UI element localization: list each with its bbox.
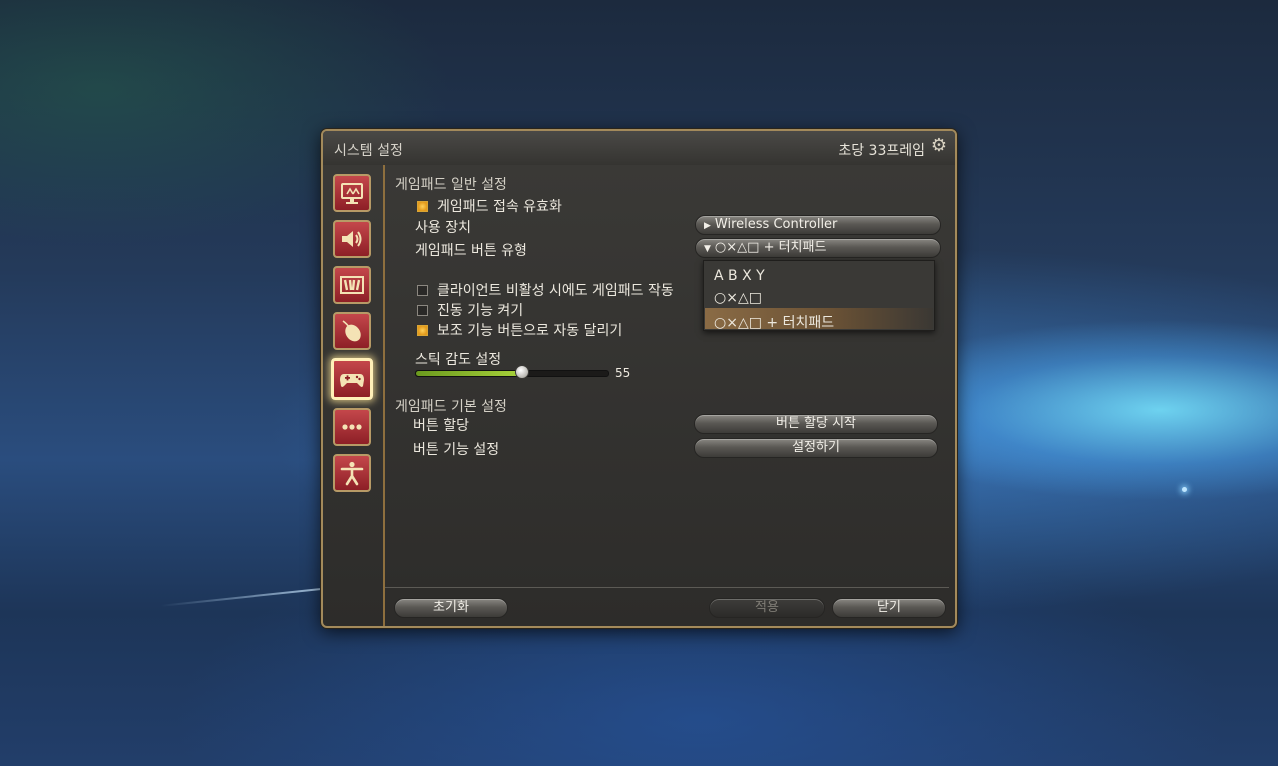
button-type-select-value: ○×△□ + 터치패드 xyxy=(714,240,827,255)
settings-content-panel: 게임패드 일반 설정 게임패드 접속 유효화 사용 장치 ▶ Wireless C… xyxy=(383,165,955,626)
settings-gear-icon[interactable]: ⚙ xyxy=(929,136,949,156)
sidebar-item-other[interactable] xyxy=(333,408,371,446)
button-type-label: 게임패드 버튼 유형 xyxy=(415,243,527,259)
system-settings-window: 시스템 설정 초당 33프레임 ⚙ 게임패드 일반 설정 게임패드 접속 유효화… xyxy=(321,129,957,628)
dropdown-option-playstation-touchpad[interactable]: ○×△□ + 터치패드 xyxy=(714,312,834,332)
device-label: 사용 장치 xyxy=(415,220,471,236)
slider-thumb[interactable] xyxy=(514,365,529,379)
gamepad-icon xyxy=(340,374,364,387)
button-assign-label: 버튼 할당 xyxy=(413,418,469,434)
background-star xyxy=(1182,487,1187,492)
section-title-basic: 게임패드 기본 설정 xyxy=(395,399,507,415)
checkbox-vibration[interactable]: 진동 기능 켜기 xyxy=(417,300,523,320)
slider-fill xyxy=(416,371,522,376)
display-icon xyxy=(341,183,363,204)
checkbox-label: 진동 기능 켜기 xyxy=(437,303,524,319)
window-title: 시스템 설정 xyxy=(334,143,403,159)
dropdown-option-playstation[interactable]: ○×△□ xyxy=(714,290,762,306)
checkbox-label: 클라이언트 비활성 시에도 게임패드 작동 xyxy=(437,283,674,299)
mouse-icon xyxy=(342,320,361,342)
checkbox-label: 보조 기능 버튼으로 자동 달리기 xyxy=(437,323,623,339)
button-function-label: 버튼 기능 설정 xyxy=(413,442,500,458)
stick-sensitivity-slider[interactable] xyxy=(415,370,609,377)
sidebar-item-sound[interactable] xyxy=(333,220,371,258)
sidebar-item-mouse[interactable] xyxy=(333,312,371,350)
more-icon xyxy=(342,424,362,430)
speaker-icon xyxy=(342,231,362,247)
fps-counter: 초당 33프레임 xyxy=(838,143,925,159)
button-function-settings-button[interactable]: 설정하기 xyxy=(694,438,938,458)
checkbox-auto-run[interactable]: 보조 기능 버튼으로 자동 달리기 xyxy=(417,320,622,340)
button-type-dropdown-list: A B X Y ○×△□ ○×△□ + 터치패드 xyxy=(703,260,935,331)
checkbox-checked-icon xyxy=(417,200,428,212)
dropdown-option-abxy[interactable]: A B X Y xyxy=(714,268,765,284)
checkbox-inactive-client[interactable]: 클라이언트 비활성 시에도 게임패드 작동 xyxy=(417,280,674,300)
sidebar-item-accessibility[interactable] xyxy=(333,454,371,492)
close-button[interactable]: 닫기 xyxy=(832,598,946,618)
sidebar-item-gamepad[interactable] xyxy=(331,358,373,400)
title-bar[interactable]: 시스템 설정 초당 33프레임 ⚙ xyxy=(323,131,955,165)
reset-button[interactable]: 초기화 xyxy=(394,598,508,618)
footer-divider xyxy=(385,587,949,588)
section-title-general: 게임패드 일반 설정 xyxy=(395,177,507,193)
button-assign-start-button[interactable]: 버튼 할당 시작 xyxy=(694,414,938,434)
device-select[interactable]: ▶ Wireless Controller xyxy=(695,215,941,235)
stick-sensitivity-value: 55 xyxy=(615,366,631,380)
checkbox-checked-icon xyxy=(417,324,428,336)
button-type-select[interactable]: ▼ ○×△□ + 터치패드 xyxy=(695,238,941,258)
settings-category-sidebar xyxy=(331,174,375,500)
checkbox-enable-gamepad[interactable]: 게임패드 접속 유효화 xyxy=(417,196,562,216)
theater-icon xyxy=(340,276,364,294)
checkbox-label: 게임패드 접속 유효화 xyxy=(437,199,562,215)
triangle-down-icon: ▼ xyxy=(704,244,711,254)
checkbox-unchecked-icon xyxy=(417,284,428,296)
accessibility-icon xyxy=(340,461,364,486)
checkbox-unchecked-icon xyxy=(417,304,428,316)
triangle-right-icon: ▶ xyxy=(704,221,711,231)
stick-sensitivity-label: 스틱 감도 설정 xyxy=(415,352,502,368)
apply-button[interactable]: 적용 xyxy=(709,598,825,618)
sidebar-item-display-settings[interactable] xyxy=(333,266,371,304)
sidebar-item-display[interactable] xyxy=(333,174,371,212)
device-select-value: Wireless Controller xyxy=(714,217,838,232)
background-light-streak xyxy=(160,587,330,607)
